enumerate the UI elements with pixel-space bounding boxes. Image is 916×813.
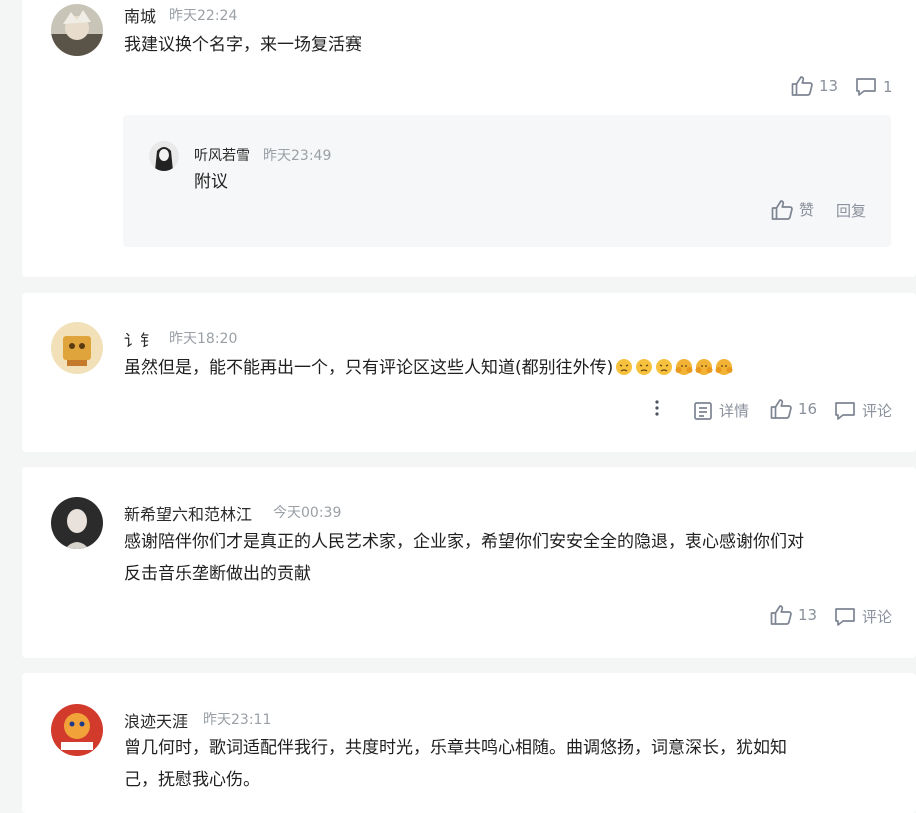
reply-author[interactable]: 听风若雪: [194, 145, 250, 165]
comment-author[interactable]: 新希望六和范林江: [124, 501, 252, 525]
reply-reply-button[interactable]: 回复: [836, 200, 866, 221]
comment-card: 浪迹天涯 昨天23:11 曾几何时，歌词适配伴我行，共度时光，乐章共鸣心相随。曲…: [22, 673, 916, 813]
comment-text-line-1: 感谢陪伴你们才是真正的人民艺术家，企业家，希望你们安安全全的隐退，衷心感谢你们对: [124, 532, 804, 552]
crying-face-icon: [636, 359, 653, 375]
like-button[interactable]: 13: [791, 76, 838, 96]
comment-text-line-2: 反击音乐垄断做出的贡献: [124, 564, 311, 584]
comment-card: 讠钅 昨天18:20 虽然但是，能不能再出一个，只有评论区这些人知道(都别往外传…: [22, 293, 916, 452]
comment-time: 今天00:39: [273, 505, 342, 521]
comment-label: 评论: [862, 402, 893, 420]
crying-face-icon: [616, 359, 633, 375]
reply-count: 1: [883, 78, 893, 96]
crying-face-icon: [656, 359, 673, 375]
speech-bubble-icon: [835, 607, 855, 626]
speech-bubble-icon: [856, 78, 876, 96]
reply-avatar[interactable]: [149, 141, 179, 171]
bowing-face-icon: [695, 359, 713, 375]
document-icon: [694, 401, 712, 420]
reply-time: 昨天23:49: [263, 148, 332, 164]
comment-card: 南城 昨天22:24 我建议换个名字，来一场复活赛 13 1 听风若雪 昨天23…: [22, 0, 916, 277]
thumbs-up-icon: [771, 199, 793, 220]
comment-text: 我建议换个名字，来一场复活赛: [124, 35, 362, 55]
comment-time: 昨天18:20: [169, 331, 238, 347]
bowing-face-icon: [675, 359, 693, 375]
comment-text-line-1: 曾几何时，歌词适配伴我行，共度时光，乐章共鸣心相随。曲调悠扬，词意深长，犹如知: [124, 738, 787, 758]
user-avatar[interactable]: [51, 497, 103, 549]
like-button[interactable]: 13: [770, 605, 817, 625]
comment-text: 虽然但是，能不能再出一个，只有评论区这些人知道(都别往外传): [124, 352, 733, 384]
like-count: 13: [798, 606, 818, 624]
more-vertical-icon: [655, 400, 659, 416]
user-avatar[interactable]: [51, 322, 103, 374]
user-avatar[interactable]: [51, 704, 103, 756]
bowing-face-icon: [715, 359, 733, 375]
more-button[interactable]: [655, 400, 665, 416]
comment-time: 昨天22:24: [169, 8, 238, 24]
reply-thread: 听风若雪 昨天23:49 附议 赞 回复: [123, 115, 891, 247]
like-count: 16: [798, 400, 818, 418]
comment-card: 新希望六和范林江 今天00:39 感谢陪伴你们才是真正的人民艺术家，企业家，希望…: [22, 467, 916, 658]
thumbs-up-icon: [770, 605, 792, 625]
comment-author[interactable]: 浪迹天涯: [124, 708, 188, 732]
comment-text-line-2: 己，抚慰我心伤。: [124, 770, 260, 790]
thumbs-up-icon: [770, 399, 792, 419]
like-count: 13: [819, 77, 839, 95]
reply-like-label: 赞: [799, 201, 815, 219]
like-button[interactable]: 16: [770, 399, 817, 419]
detail-label: 详情: [719, 402, 750, 420]
comment-button[interactable]: 评论: [834, 606, 892, 627]
comment-author[interactable]: 讠钅: [124, 327, 156, 351]
reply-like-button[interactable]: 赞: [771, 199, 814, 220]
speech-bubble-icon: [835, 401, 855, 420]
detail-button[interactable]: 详情: [693, 400, 749, 421]
comment-label: 评论: [862, 608, 893, 626]
comment-author[interactable]: 南城: [124, 3, 156, 27]
reply-count-button[interactable]: 1: [855, 77, 893, 97]
comment-time: 昨天23:11: [203, 712, 272, 728]
comment-text-content: 虽然但是，能不能再出一个，只有评论区这些人知道(都别往外传): [124, 358, 614, 378]
comment-button[interactable]: 评论: [834, 400, 892, 421]
user-avatar[interactable]: [51, 4, 103, 56]
reply-text: 附议: [194, 172, 228, 192]
thumbs-up-icon: [791, 76, 813, 96]
